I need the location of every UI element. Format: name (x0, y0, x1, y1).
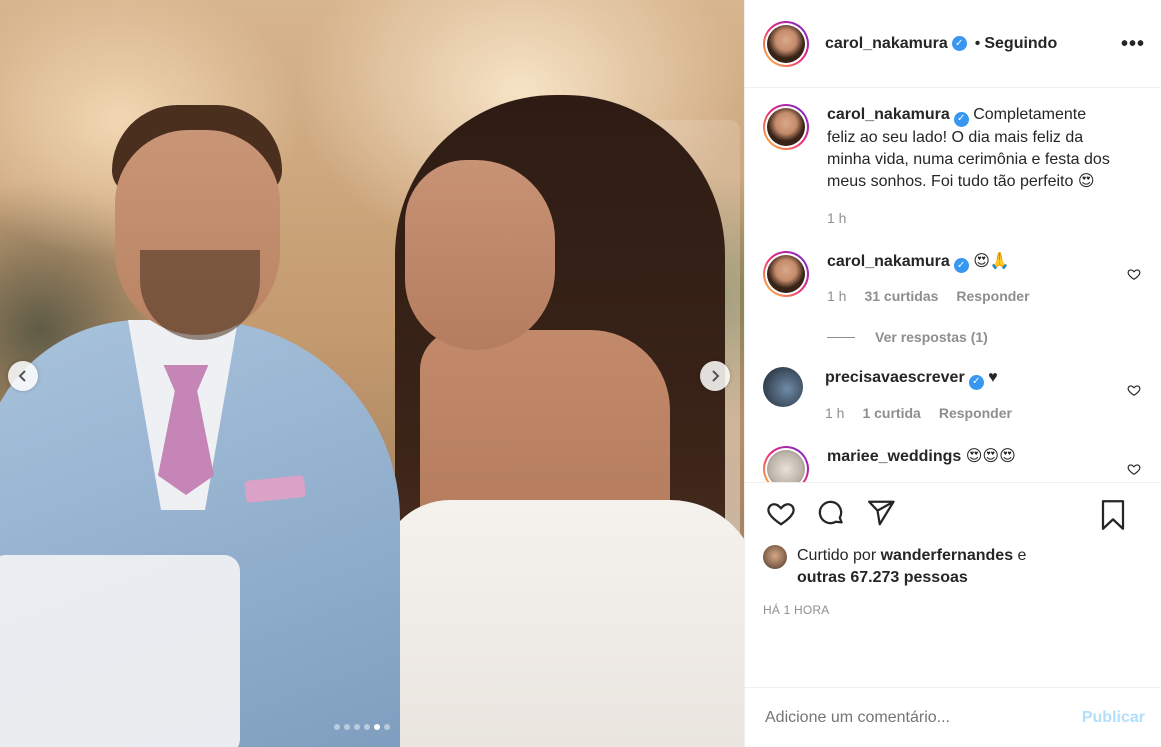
avatar-image (767, 254, 805, 293)
post-timestamp[interactable]: HÁ 1 HORA (763, 603, 1145, 617)
verified-badge-icon: ✓ (953, 258, 969, 273)
like-button[interactable] (763, 495, 799, 531)
chevron-right-icon (712, 370, 720, 382)
more-options-icon[interactable]: ••• (1121, 34, 1145, 54)
verified-badge-icon: ✓ (951, 36, 967, 51)
likes-user[interactable]: wanderfernandes (881, 547, 1013, 564)
post-header: carol_nakamura ✓ • Seguindo ••• (745, 0, 1161, 88)
share-icon (868, 500, 895, 526)
photo-bride-face (405, 160, 555, 350)
reply-button[interactable]: Responder (956, 285, 1029, 307)
comment-likes[interactable]: 31 curtidas (864, 285, 938, 307)
avatar-image (767, 24, 805, 63)
comment-row: mariee_weddings 😍😍😍 (763, 445, 1145, 482)
header-username[interactable]: carol_nakamura (825, 35, 948, 53)
comment-like-icon[interactable] (1127, 462, 1141, 476)
comments-list[interactable]: carol_nakamura ✓ Completamente feliz ao s… (745, 88, 1161, 482)
likes-others[interactable]: outras 67.273 pessoas (797, 569, 968, 586)
carousel-dot (364, 724, 370, 730)
comment-username[interactable]: mariee_weddings (827, 448, 961, 465)
avatar[interactable] (763, 250, 809, 297)
chevron-left-icon (18, 370, 26, 382)
caption-time[interactable]: 1 h (827, 207, 846, 229)
carousel-dot (334, 724, 340, 730)
avatar[interactable] (763, 545, 787, 569)
comment-row: carol_nakamura ✓ 😍🙏 1 h 31 curtidas Respo… (763, 250, 1145, 308)
add-comment-bar: Publicar (745, 687, 1161, 747)
photo-paper (0, 555, 240, 747)
comment-text: 😍😍😍 (965, 447, 1016, 465)
comment-text: ♥ (988, 369, 998, 386)
comment-row: precisavaescrever ✓ ♥ 1 h 1 curtida Respo… (763, 367, 1145, 424)
carousel-dots (334, 724, 390, 730)
avatar-image (767, 108, 805, 146)
comment-text: 😍🙏 (973, 252, 1010, 270)
caption-username[interactable]: carol_nakamura (827, 106, 950, 123)
comment-like-icon[interactable] (1127, 383, 1141, 397)
avatar[interactable] (763, 367, 803, 407)
view-replies-label: Ver respostas (1) (875, 329, 988, 345)
verified-badge-icon: ✓ (968, 374, 984, 390)
reply-button[interactable]: Responder (939, 402, 1012, 424)
publish-button[interactable]: Publicar (1082, 709, 1145, 727)
avatar-image (767, 449, 805, 482)
replies-divider (827, 336, 855, 338)
likes-connector: e (1017, 547, 1027, 564)
likes-summary: Curtido por wanderfernandes e outras 67.… (763, 545, 1145, 589)
avatar[interactable] (763, 20, 809, 67)
caption-emoji: 😍 (1077, 172, 1095, 190)
comment-button[interactable] (813, 495, 849, 531)
heart-icon (767, 503, 795, 526)
carousel-prev-button[interactable] (8, 361, 38, 391)
caption: carol_nakamura ✓ Completamente feliz ao s… (763, 104, 1145, 229)
post-actions: Curtido por wanderfernandes e outras 67.… (745, 482, 1161, 687)
carousel-dot (374, 724, 380, 730)
view-replies-button[interactable]: Ver respostas (1) (827, 329, 1145, 345)
comment-like-icon[interactable] (1127, 267, 1141, 281)
instagram-post: carol_nakamura ✓ • Seguindo ••• carol_na… (0, 0, 1161, 747)
comment-likes[interactable]: 1 curtida (862, 402, 920, 424)
avatar[interactable] (763, 445, 809, 482)
photo-dress (380, 500, 744, 747)
carousel-next-button[interactable] (700, 361, 730, 391)
verified-badge-icon: ✓ (953, 111, 969, 127)
share-button[interactable] (863, 495, 899, 531)
comment-time[interactable]: 1 h (827, 285, 846, 307)
comment-time[interactable]: 1 h (825, 402, 844, 424)
avatar[interactable] (763, 104, 809, 150)
comment-username[interactable]: carol_nakamura (827, 253, 950, 270)
comment-username[interactable]: precisavaescrever (825, 369, 965, 386)
post-sidebar: carol_nakamura ✓ • Seguindo ••• carol_na… (744, 0, 1161, 747)
post-photo[interactable] (0, 0, 744, 747)
save-button[interactable] (1095, 497, 1131, 533)
carousel-dot (354, 724, 360, 730)
carousel-dot (344, 724, 350, 730)
follow-status-button[interactable]: Seguindo (984, 35, 1057, 53)
likes-prefix: Curtido por (797, 547, 877, 564)
comment-input[interactable] (765, 708, 1082, 727)
carousel-dot (384, 724, 390, 730)
comment-icon (818, 500, 843, 525)
bookmark-icon (1101, 500, 1125, 530)
header-separator: • (974, 34, 981, 52)
